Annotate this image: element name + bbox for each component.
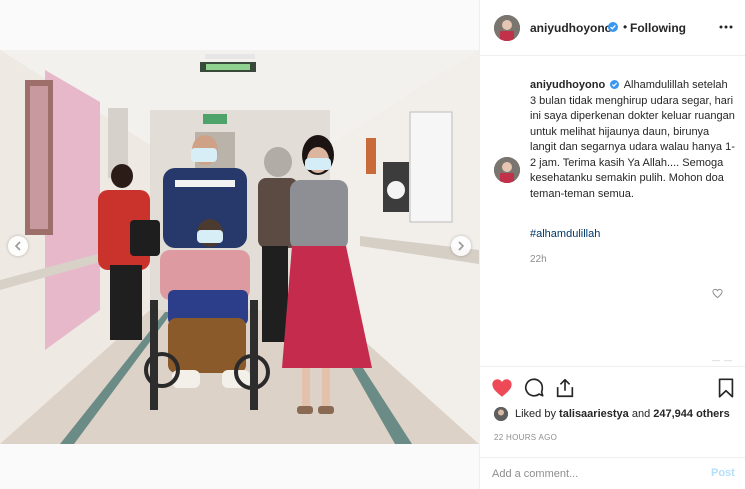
post-timestamp[interactable]: 22 HOURS AGO [494, 433, 557, 442]
post-header: aniyudhoyono • Following [480, 0, 745, 56]
liker-avatar[interactable] [494, 407, 508, 421]
likes-summary: Liked by talisaariestya and 247,944 othe… [515, 408, 730, 420]
caption-username-link[interactable]: aniyudhoyono [530, 79, 605, 91]
comment-icon[interactable] [523, 377, 545, 399]
verified-badge-icon [608, 22, 618, 32]
caption-age: 22h [530, 254, 547, 265]
media-column [0, 0, 479, 489]
verified-badge-icon [610, 80, 620, 89]
caption-avatar[interactable] [494, 157, 520, 183]
caption: aniyudhoyono Alhamdulillah setelah 3 bul… [530, 78, 736, 202]
likes-count-link[interactable]: 247,944 others [653, 408, 729, 420]
following-button[interactable]: Following [630, 21, 686, 35]
heart-filled-icon[interactable] [491, 377, 513, 399]
likes-conjunction: and [631, 408, 651, 420]
likes-prefix: Liked by [515, 408, 556, 420]
separator-dot: • [623, 20, 628, 34]
add-comment-input[interactable] [492, 466, 692, 482]
chevron-left-icon [14, 241, 21, 251]
post-photo[interactable] [0, 50, 479, 444]
avatar[interactable] [494, 15, 520, 41]
heart-outline-icon[interactable] [712, 288, 723, 299]
username-link[interactable]: aniyudhoyono [530, 21, 612, 35]
post-actions: Liked by talisaariestya and 247,944 othe… [480, 366, 745, 456]
comment-bar: Post [480, 457, 745, 489]
liker-username-link[interactable]: talisaariestya [559, 408, 629, 420]
hashtag-link[interactable]: #alhamdulillah [530, 228, 600, 240]
chevron-right-icon [458, 241, 465, 251]
next-image-button[interactable] [451, 236, 471, 256]
bookmark-icon[interactable] [715, 377, 737, 399]
caption-text: Alhamdulillah setelah 3 bulan tidak meng… [530, 79, 735, 200]
post-side-panel: aniyudhoyono • Following aniyudhoyono Al… [480, 0, 745, 489]
more-horizontal-icon[interactable] [718, 19, 734, 35]
faint-more-indicator: — — [712, 356, 734, 365]
post-comment-button[interactable]: Post [711, 467, 735, 479]
previous-image-button[interactable] [8, 236, 28, 256]
share-icon[interactable] [554, 377, 576, 399]
